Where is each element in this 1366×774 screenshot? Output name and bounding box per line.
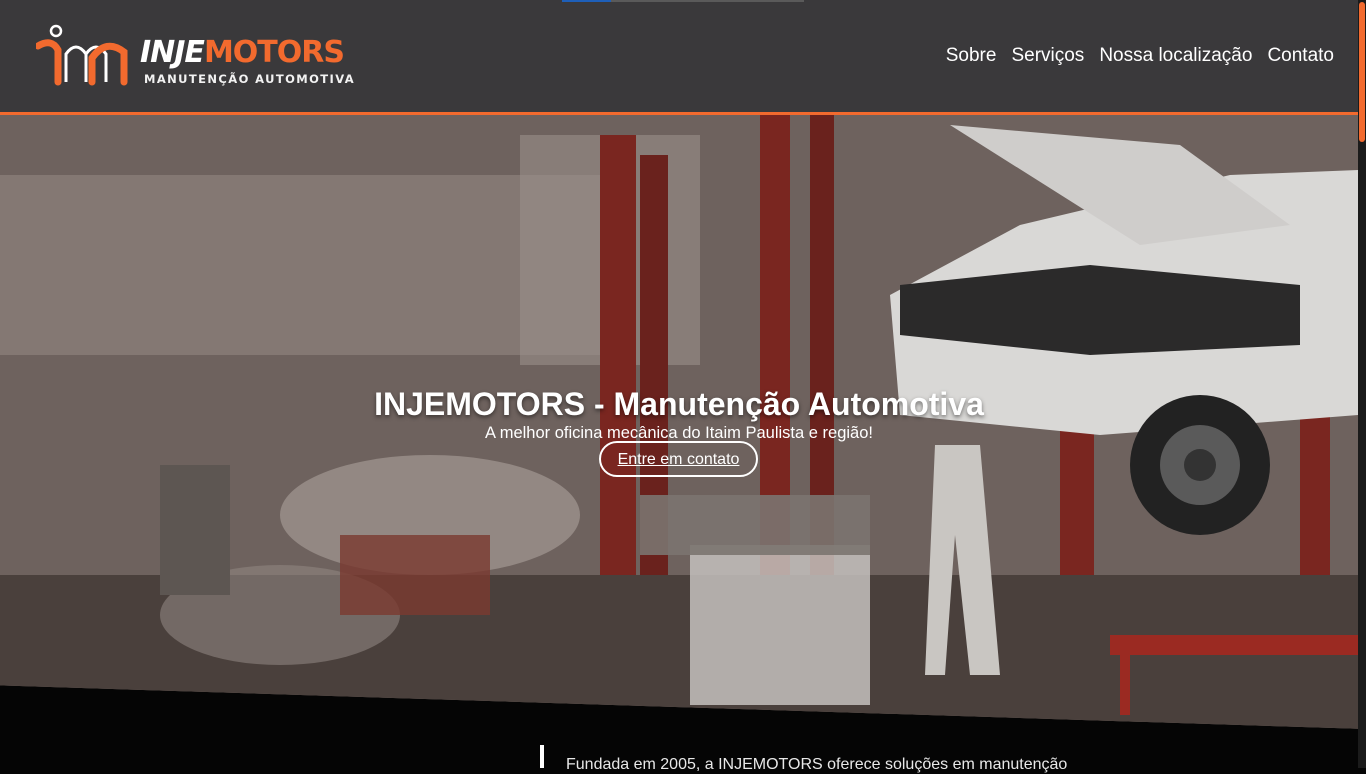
scrollbar-thumb[interactable] — [1359, 2, 1365, 142]
page-scrollbar[interactable] — [1358, 0, 1366, 768]
nav-link-servicos[interactable]: Serviços — [1011, 44, 1084, 68]
brand-name-part1: INJE — [140, 35, 205, 70]
quote-accent-bar — [540, 745, 544, 768]
hero-title: INJEMOTORS - Manutenção Automotiva — [374, 386, 984, 423]
nav-link-localizacao[interactable]: Nossa localização — [1099, 44, 1252, 68]
hero-section: INJEMOTORS - Manutenção Automotiva A mel… — [0, 115, 1358, 729]
about-teaser-text: Fundada em 2005, a INJEMOTORS oferece so… — [566, 756, 1068, 773]
brand-tagline: MANUTENÇÃO AUTOMOTIVA — [144, 72, 356, 86]
page-load-progress — [562, 0, 804, 2]
brand-name: INJEMOTORS — [140, 35, 345, 70]
contact-cta-button[interactable]: Entre em contato — [599, 441, 758, 477]
nav-link-sobre[interactable]: Sobre — [946, 44, 997, 68]
brand-logo[interactable]: INJEMOTORS MANUTENÇÃO AUTOMOTIVA — [36, 24, 366, 88]
site-header: INJEMOTORS MANUTENÇÃO AUTOMOTIVA Sobre S… — [0, 0, 1358, 115]
main-nav: Sobre Serviços Nossa localização Contato — [946, 44, 1334, 68]
hero-subtitle: A melhor oficina mecânica do Itaim Pauli… — [485, 423, 873, 442]
nav-link-contato[interactable]: Contato — [1267, 44, 1334, 68]
im-monogram-icon — [36, 24, 128, 86]
brand-name-part2: MOTORS — [203, 35, 345, 70]
